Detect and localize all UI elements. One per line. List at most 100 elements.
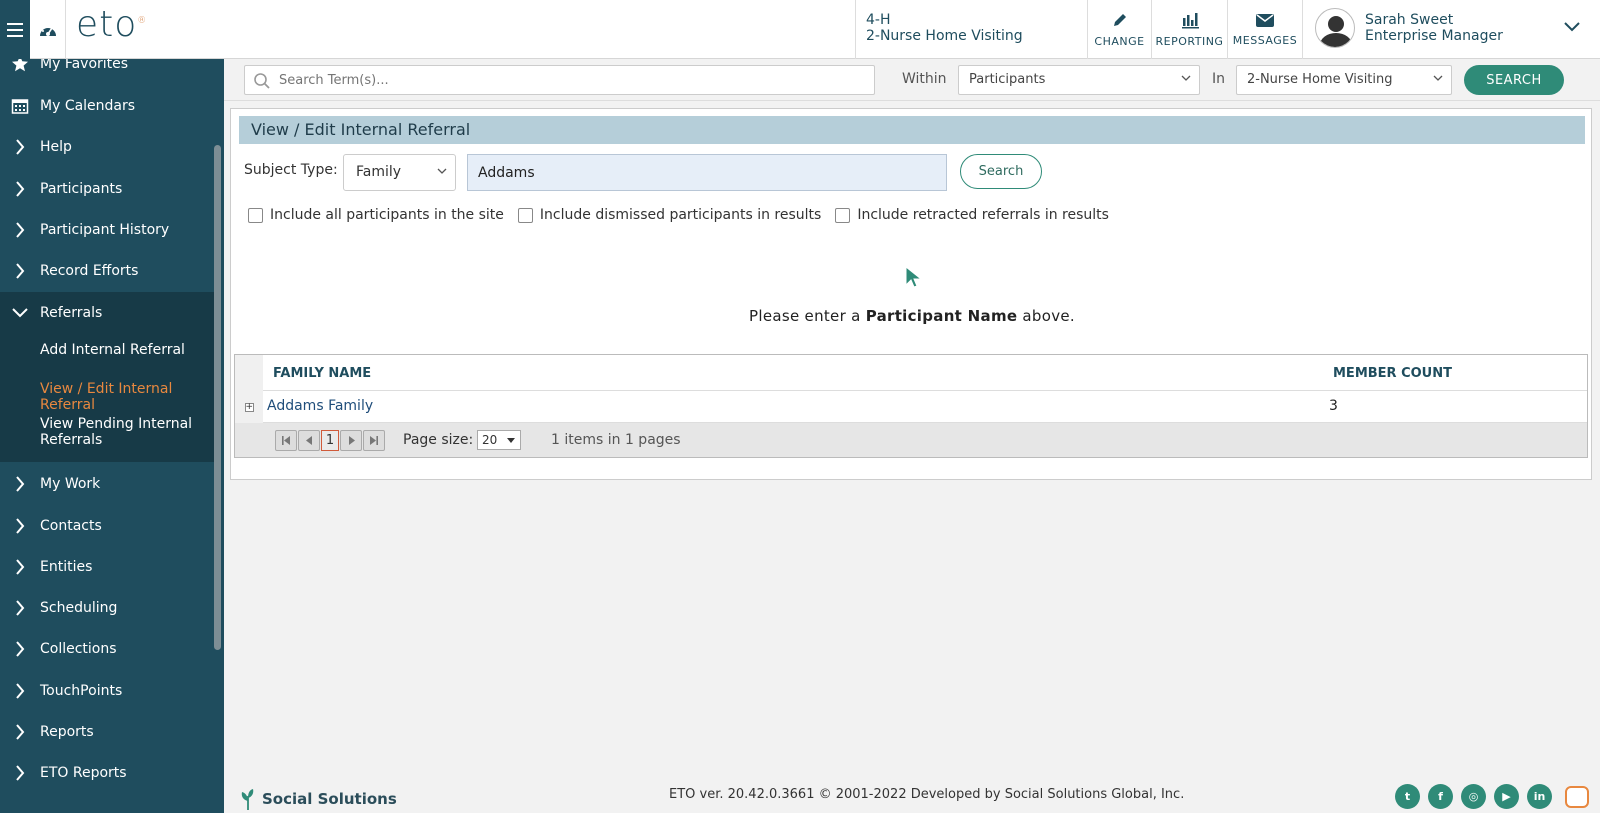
sidebar-subitem-view-edit-internal-referral[interactable]: View / Edit Internal Referral xyxy=(0,373,214,413)
site-code: 4-H xyxy=(866,12,891,28)
include-all-participants-checkbox[interactable] xyxy=(248,207,263,223)
reporting-button[interactable]: REPORTING xyxy=(1151,0,1227,59)
social-links: t f ◎ ▶ in xyxy=(1395,784,1560,809)
youtube-icon[interactable]: ▶ xyxy=(1494,784,1519,809)
include-dismissed-checkbox[interactable] xyxy=(517,207,533,223)
chevron-down-icon xyxy=(1181,75,1191,81)
previous-page-button[interactable] xyxy=(298,430,320,451)
sidebar-subitem-add-internal-referral[interactable]: Add Internal Referral xyxy=(0,334,214,373)
sidebar-item-reports[interactable]: Reports xyxy=(0,712,214,752)
search-input[interactable] xyxy=(279,70,869,90)
sidebar-item-record-efforts[interactable]: Record Efforts xyxy=(0,251,214,291)
chevron-down-icon xyxy=(437,168,447,174)
user-name: Sarah Sweet xyxy=(1365,12,1454,28)
in-label: In xyxy=(1212,71,1226,87)
sidebar-item-participants[interactable]: Participants xyxy=(0,169,214,209)
pager-info: 1 items in 1 pages xyxy=(551,432,681,448)
linkedin-icon[interactable]: in xyxy=(1527,784,1552,809)
social-solutions-logo[interactable]: Social Solutions xyxy=(240,787,397,811)
instagram-icon[interactable]: ◎ xyxy=(1461,784,1486,809)
dashboard-button[interactable] xyxy=(30,0,66,59)
chevron-right-icon xyxy=(16,518,25,534)
first-page-button[interactable] xyxy=(275,430,297,451)
sidebar-item-touchpoints[interactable]: TouchPoints xyxy=(0,671,214,711)
page-number-current[interactable]: 1 xyxy=(321,430,339,451)
pencil-icon xyxy=(1113,14,1126,26)
search-icon xyxy=(254,73,270,89)
sidebar-scrollbar[interactable] xyxy=(214,145,221,650)
eto-logo[interactable]: eto® xyxy=(76,4,147,45)
sidebar-item-participant-history[interactable]: Participant History xyxy=(0,210,214,250)
expand-row-icon[interactable]: + xyxy=(244,402,254,412)
sidebar-nav: My Favorites My Calendars Help Participa… xyxy=(0,59,224,813)
chevron-right-icon xyxy=(16,476,25,492)
sidebar-item-eto-reports[interactable]: ETO Reports xyxy=(0,753,214,793)
include-retracted-checkbox[interactable] xyxy=(835,207,851,223)
sidebar-item-scheduling[interactable]: Scheduling xyxy=(0,588,214,628)
table-row: + Addams Family 3 xyxy=(235,391,1587,423)
column-header-family-name[interactable]: FAMILY NAME xyxy=(273,366,371,381)
user-role: Enterprise Manager xyxy=(1365,28,1503,44)
global-search-button[interactable]: SEARCH xyxy=(1464,65,1564,95)
chevron-right-icon xyxy=(16,724,25,740)
program-select[interactable]: 2-Nurse Home Visiting xyxy=(1236,65,1452,95)
page-size-select[interactable]: 20 xyxy=(477,430,521,450)
sidebar-item-entities[interactable]: Entities xyxy=(0,547,214,587)
column-header-member-count[interactable]: MEMBER COUNT xyxy=(1333,366,1452,381)
bar-chart-icon xyxy=(1181,13,1199,29)
include-dismissed-option[interactable]: Include dismissed participants in result… xyxy=(517,207,821,223)
subject-name-input[interactable]: Addams xyxy=(467,154,947,191)
chevron-right-icon xyxy=(16,181,25,197)
first-page-icon xyxy=(282,436,290,445)
chevron-down-icon xyxy=(12,308,28,318)
chevron-down-icon[interactable] xyxy=(1564,22,1580,32)
prompt-message: Please enter a Participant Name above. xyxy=(749,307,1075,325)
sidebar-subitem-view-pending-internal-referrals[interactable]: View Pending Internal Referrals xyxy=(0,412,214,462)
program-name: 2-Nurse Home Visiting xyxy=(866,28,1023,44)
page-title: View / Edit Internal Referral xyxy=(239,116,1585,144)
user-menu[interactable]: Sarah Sweet Enterprise Manager xyxy=(1302,0,1600,59)
mouse-pointer-icon xyxy=(905,265,922,288)
next-page-button[interactable] xyxy=(340,430,362,451)
chevron-right-icon xyxy=(16,139,25,155)
grid-pager: 1 Page size: 20 1 items in 1 pages xyxy=(235,423,1587,457)
chevron-right-icon xyxy=(16,559,25,575)
avatar xyxy=(1315,8,1355,48)
chevron-right-icon xyxy=(16,222,25,238)
sprout-icon xyxy=(241,789,254,810)
subject-type-label: Subject Type: xyxy=(244,162,338,178)
twitter-icon[interactable]: t xyxy=(1395,784,1420,809)
chevron-down-icon xyxy=(1433,75,1443,81)
last-page-button[interactable] xyxy=(363,430,385,451)
facebook-icon[interactable]: f xyxy=(1428,784,1453,809)
sidebar-item-referrals[interactable]: Referrals xyxy=(0,292,214,334)
family-name-link[interactable]: Addams Family xyxy=(267,398,373,414)
search-field xyxy=(244,65,875,95)
messages-button[interactable]: MESSAGES xyxy=(1227,0,1302,59)
sidebar-item-my-work[interactable]: My Work xyxy=(0,464,214,504)
within-select[interactable]: Participants xyxy=(958,65,1200,95)
chat-icon[interactable] xyxy=(1565,786,1589,808)
sidebar-item-my-favorites[interactable]: My Favorites xyxy=(0,59,214,84)
hamburger-menu-button[interactable] xyxy=(0,0,30,59)
referral-panel: View / Edit Internal Referral Subject Ty… xyxy=(230,108,1592,480)
within-label: Within xyxy=(902,71,947,87)
search-button[interactable]: Search xyxy=(960,154,1042,189)
envelope-icon xyxy=(1256,14,1274,27)
subject-type-select[interactable]: Family xyxy=(343,154,456,191)
site-program-info: 4-H 2-Nurse Home Visiting xyxy=(855,0,1087,59)
include-retracted-option[interactable]: Include retracted referrals in results xyxy=(835,207,1109,223)
change-button[interactable]: CHANGE xyxy=(1087,0,1151,59)
dropdown-arrow-icon xyxy=(507,438,515,443)
page-size-label: Page size: xyxy=(403,432,474,448)
sidebar-item-contacts[interactable]: Contacts xyxy=(0,506,214,546)
include-all-participants-option[interactable]: Include all participants in the site xyxy=(248,207,504,223)
calendar-icon xyxy=(11,99,29,114)
sidebar-item-collections[interactable]: Collections xyxy=(0,629,214,669)
chevron-right-icon xyxy=(16,765,25,781)
last-page-icon xyxy=(370,436,378,445)
sidebar-item-my-calendars[interactable]: My Calendars xyxy=(0,86,214,126)
previous-page-icon xyxy=(305,436,312,445)
sidebar-item-help[interactable]: Help xyxy=(0,127,214,167)
results-grid: FAMILY NAME MEMBER COUNT + Addams Family… xyxy=(234,354,1588,458)
